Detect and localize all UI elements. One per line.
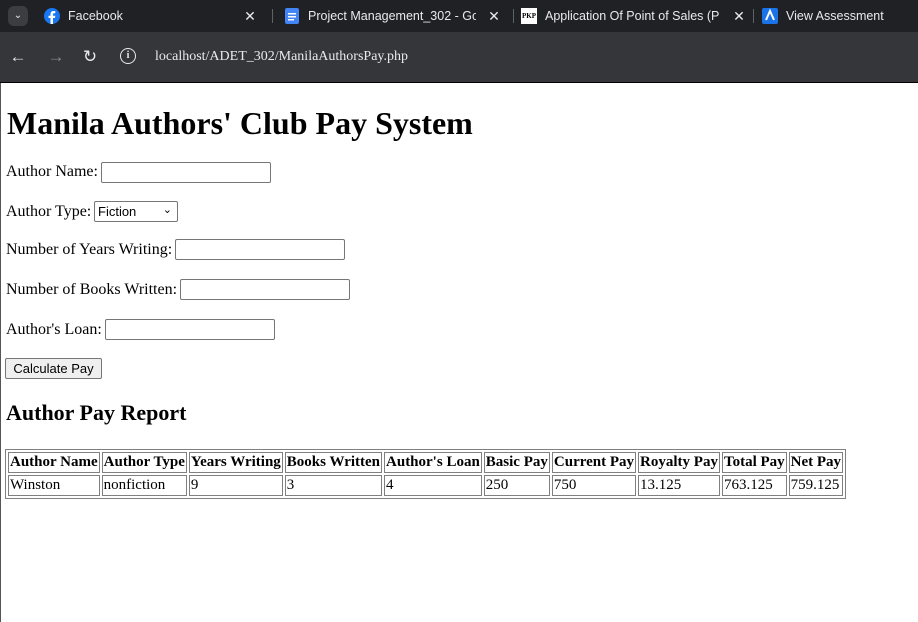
url-text[interactable]: localhost/ADET_302/ManilaAuthorsPay.php bbox=[155, 48, 408, 66]
tab-search-button[interactable]: ⌄ bbox=[8, 6, 28, 26]
column-header: Current Pay bbox=[551, 452, 637, 473]
assessment-icon bbox=[762, 8, 778, 24]
table-cell: 250 bbox=[483, 475, 550, 496]
tab-view-assessment[interactable]: View Assessment bbox=[762, 0, 918, 32]
chevron-down-icon: ⌄ bbox=[13, 10, 23, 21]
tab-strip: ⌄ Facebook ✕ Project Management_302 - Go… bbox=[0, 0, 918, 32]
author-type-selected: Fiction bbox=[98, 204, 137, 219]
arrow-right-icon: → bbox=[47, 47, 65, 66]
google-docs-icon bbox=[285, 8, 299, 24]
column-header: Years Writing bbox=[188, 452, 283, 473]
tab-title: Project Management_302 - Goo bbox=[308, 9, 476, 23]
author-name-input[interactable] bbox=[101, 162, 271, 183]
books-written-input[interactable] bbox=[180, 279, 350, 300]
column-header: Books Written bbox=[284, 452, 383, 473]
books-written-label: Number of Books Written: bbox=[6, 281, 178, 298]
close-icon[interactable]: ✕ bbox=[486, 8, 502, 24]
tab-title: Facebook bbox=[68, 9, 123, 23]
table-cell: Winston bbox=[8, 475, 100, 496]
pay-report-table: Author Name Author Type Years Writing Bo… bbox=[5, 449, 847, 499]
back-button[interactable]: ← bbox=[8, 47, 28, 67]
column-header: Total Pay bbox=[721, 452, 787, 473]
table-cell: nonfiction bbox=[101, 475, 187, 496]
author-type-select[interactable]: Fiction ⌄ bbox=[94, 201, 178, 222]
tab-separator bbox=[272, 9, 273, 23]
table-cell: 3 bbox=[284, 475, 383, 496]
column-header: Author Type bbox=[101, 452, 187, 473]
close-icon[interactable]: ✕ bbox=[731, 8, 747, 24]
tab-application-point-of-sales[interactable]: PKP Application Of Point of Sales (P ✕ bbox=[521, 0, 753, 32]
table-row: Winston nonfiction 9 3 4 250 750 13.125 … bbox=[8, 475, 844, 496]
chevron-down-icon: ⌄ bbox=[162, 204, 172, 216]
tab-separator bbox=[753, 9, 754, 23]
tab-facebook[interactable]: Facebook ✕ bbox=[44, 0, 264, 32]
table-cell: 763.125 bbox=[721, 475, 787, 496]
column-header: Royalty Pay bbox=[638, 452, 720, 473]
author-type-label: Author Type: bbox=[6, 203, 92, 220]
table-header-row: Author Name Author Type Years Writing Bo… bbox=[8, 452, 844, 473]
author-loan-label: Author's Loan: bbox=[6, 321, 102, 338]
column-header: Author's Loan bbox=[384, 452, 482, 473]
column-header: Net Pay bbox=[788, 452, 844, 473]
table-cell: 759.125 bbox=[788, 475, 844, 496]
table-cell: 750 bbox=[551, 475, 637, 496]
tab-title: Application Of Point of Sales (P bbox=[545, 9, 720, 23]
facebook-icon bbox=[44, 8, 60, 24]
calculate-pay-button[interactable]: Calculate Pay bbox=[5, 358, 102, 379]
page-title: Manila Authors' Club Pay System bbox=[7, 105, 473, 141]
forward-button[interactable]: → bbox=[46, 47, 66, 67]
tab-separator bbox=[513, 9, 514, 23]
table-cell: 13.125 bbox=[638, 475, 720, 496]
tab-title: View Assessment bbox=[786, 9, 884, 23]
column-header: Author Name bbox=[8, 452, 100, 473]
author-loan-input[interactable] bbox=[105, 319, 275, 340]
author-name-label: Author Name: bbox=[6, 163, 98, 180]
reload-button[interactable]: ↻ bbox=[80, 47, 100, 67]
tab-project-management[interactable]: Project Management_302 - Goo ✕ bbox=[284, 0, 508, 32]
reload-icon: ↻ bbox=[82, 47, 98, 66]
table-cell: 4 bbox=[384, 475, 482, 496]
arrow-left-icon: ← bbox=[9, 47, 27, 66]
years-writing-label: Number of Years Writing: bbox=[6, 241, 173, 258]
site-info-icon[interactable]: i bbox=[120, 48, 136, 64]
report-heading: Author Pay Report bbox=[6, 400, 187, 425]
column-header: Basic Pay bbox=[483, 452, 550, 473]
pkp-icon: PKP bbox=[521, 8, 537, 24]
table-cell: 9 bbox=[188, 475, 283, 496]
close-icon[interactable]: ✕ bbox=[242, 8, 258, 24]
years-writing-input[interactable] bbox=[175, 239, 345, 260]
